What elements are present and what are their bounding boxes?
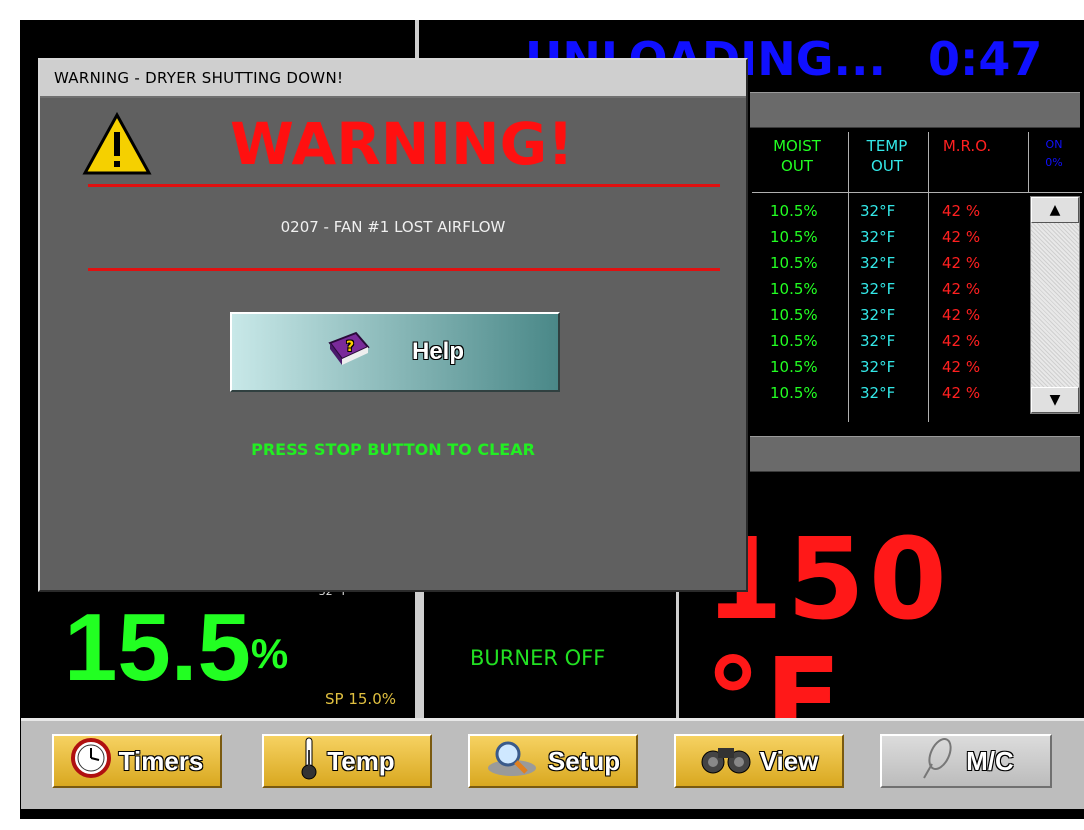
table-cell-mro: 42 % — [942, 384, 981, 402]
moisture-setpoint: SP 15.0% — [325, 690, 396, 708]
table-cell-mro: 42 % — [942, 306, 981, 324]
table-cell-moist: 10.5% — [770, 254, 818, 272]
svg-text:?: ? — [346, 339, 354, 355]
col-header-temp-line2: OUT — [871, 157, 903, 175]
table-cell-moist: 10.5% — [770, 306, 818, 324]
timers-label: Timers — [118, 745, 204, 776]
table-cell-moist: 10.5% — [770, 332, 818, 350]
warning-divider-top — [88, 184, 720, 187]
temp-button[interactable]: Temp — [262, 734, 432, 788]
fault-message: 0207 - FAN #1 LOST AIRFLOW — [280, 218, 506, 236]
warning-dialog: WARNING - DRYER SHUTTING DOWN! WARNING! … — [38, 58, 748, 592]
table-cell-moist: 10.5% — [770, 228, 818, 246]
moisture-readout: 15.5% — [64, 598, 288, 698]
table-cell-temp: 32°F — [860, 280, 896, 298]
thermometer-icon — [299, 736, 319, 787]
table-cell-temp: 32°F — [860, 332, 896, 350]
table-cell-mro: 42 % — [942, 358, 981, 376]
table-cell-temp: 32°F — [860, 228, 896, 246]
column-divider — [848, 132, 849, 422]
col-header-on-line1: ON — [1045, 138, 1063, 151]
column-divider — [928, 132, 929, 422]
col-header-moist: MOIST OUT — [762, 136, 832, 176]
moisture-unit: % — [250, 630, 289, 677]
table-cell-temp: 32°F — [860, 358, 896, 376]
moisture-value: 15.5 — [64, 594, 251, 701]
table-cell-moist: 10.5% — [770, 358, 818, 376]
table-cell-mro: 42 % — [942, 332, 981, 350]
table-cell-mro: 42 % — [942, 254, 981, 272]
col-header-temp-line1: TEMP — [866, 137, 908, 155]
burner-status: BURNER OFF — [470, 646, 606, 670]
setup-button[interactable]: Setup — [468, 734, 638, 788]
table-cell-temp: 32°F — [860, 384, 896, 402]
table-cell-mro: 42 % — [942, 228, 981, 246]
dialog-title: WARNING - DRYER SHUTTING DOWN! — [40, 60, 746, 98]
col-header-moist-line2: OUT — [781, 157, 813, 175]
col-header-mro: M.R.O. — [932, 136, 1002, 156]
col-header-mro-line1: M.R.O. — [942, 137, 992, 155]
scroll-up-button[interactable]: ▲ — [1031, 197, 1079, 223]
timers-button[interactable]: Timers — [52, 734, 222, 788]
mc-label: M/C — [966, 745, 1014, 776]
help-button[interactable]: ? Help — [230, 312, 560, 392]
warning-divider-bottom — [88, 268, 720, 271]
table-cell-mro: 42 % — [942, 280, 981, 298]
help-book-icon: ? — [326, 329, 372, 376]
mid-divider — [419, 586, 424, 718]
setup-label: Setup — [547, 745, 621, 776]
view-label: View — [759, 745, 819, 776]
header-divider — [752, 192, 1082, 193]
right-divider — [676, 586, 679, 718]
table-scrollbar[interactable]: ▲ ▼ — [1030, 196, 1080, 414]
table-cell-moist: 10.5% — [770, 280, 818, 298]
temp-label: Temp — [327, 745, 395, 776]
clock-icon — [70, 737, 111, 785]
scroll-down-button[interactable]: ▼ — [1031, 387, 1079, 413]
warning-heading: WARNING! — [230, 110, 574, 178]
col-header-temp: TEMP OUT — [852, 136, 922, 176]
corn-icon — [918, 736, 958, 787]
table-cell-moist: 10.5% — [770, 202, 818, 220]
table-cell-mro: 42 % — [942, 202, 981, 220]
col-header-on: ON 0% — [1034, 136, 1074, 172]
view-button[interactable]: View — [674, 734, 844, 788]
mc-button[interactable]: M/C — [880, 734, 1052, 788]
table-header-bar — [750, 92, 1080, 128]
binoculars-icon — [700, 740, 752, 783]
col-header-on-line2: 0% — [1045, 156, 1063, 169]
unload-timer: 0:47 — [927, 32, 1043, 86]
magnifier-icon — [486, 738, 540, 785]
table-cell-temp: 32°F — [860, 306, 896, 324]
table-cell-temp: 32°F — [860, 254, 896, 272]
warning-triangle-icon — [82, 111, 152, 180]
burner-header-bar — [750, 436, 1080, 472]
clear-instruction: PRESS STOP BUTTON TO CLEAR — [251, 440, 535, 459]
col-header-moist-line1: MOIST — [773, 137, 821, 155]
table-cell-temp: 32°F — [860, 202, 896, 220]
column-divider — [1028, 132, 1029, 192]
help-label: Help — [411, 338, 464, 365]
table-cell-moist: 10.5% — [770, 384, 818, 402]
